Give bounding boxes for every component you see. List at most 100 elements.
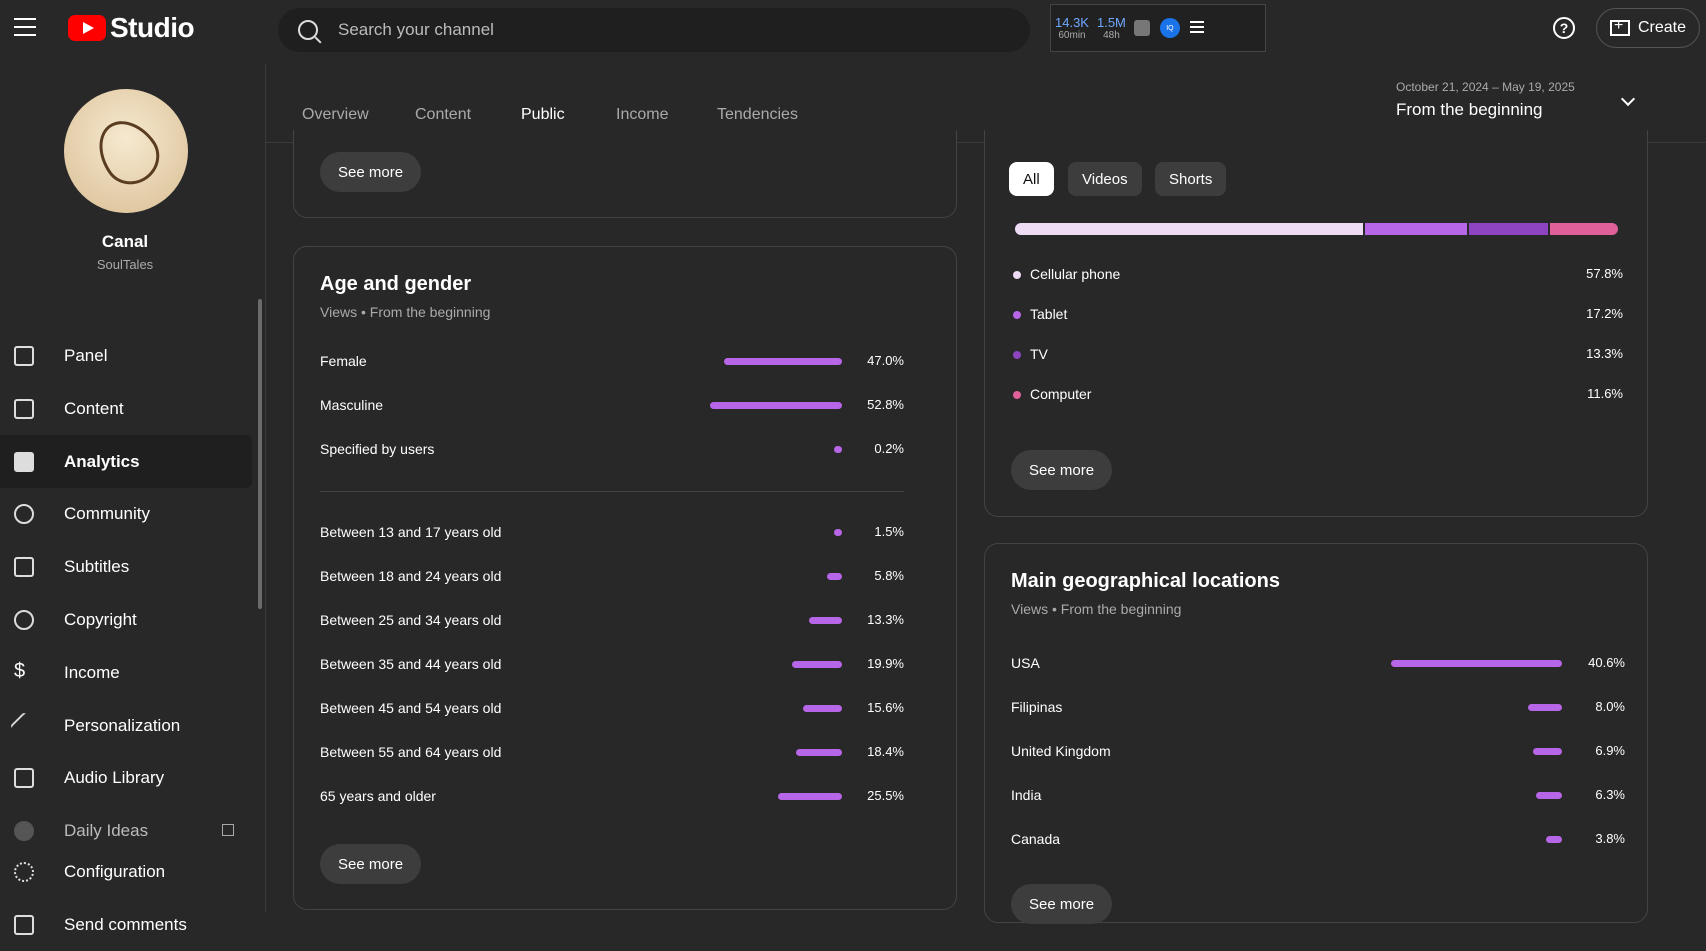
create-label: Create [1637, 19, 1687, 36]
sidebar-item-analytics[interactable]: Analytics [0, 435, 252, 488]
sidebar-item-income[interactable]: $ Income [0, 646, 252, 699]
sidebar-item-label: Panel [64, 345, 108, 365]
see-more-button[interactable]: See more [1011, 450, 1113, 490]
row-value: 0.2% [874, 441, 904, 456]
see-more-button[interactable]: See more [320, 844, 422, 884]
copyright-icon [14, 610, 34, 630]
row-value: 13.3% [1586, 346, 1623, 361]
stats-widget[interactable]: 14.3K 60min 1.5M 48h IQ [1050, 4, 1266, 52]
sidebar-item-label: Analytics [64, 451, 140, 471]
sidebar-item-send-comments[interactable]: Send comments [0, 898, 252, 951]
stat-sub: 48h [1103, 30, 1120, 41]
device-type-card: All Videos Shorts See more Cellular phon… [984, 130, 1648, 517]
value-bar [827, 573, 842, 580]
row-value: 57.8% [1586, 266, 1623, 281]
row-value: 47.0% [867, 353, 904, 368]
value-bar [834, 446, 842, 453]
value-bar [792, 661, 842, 668]
value-bar [710, 402, 842, 409]
income-icon: $ [14, 660, 26, 682]
row-label: USA [1011, 655, 1040, 671]
card-subtitle: Views • From the beginning [1011, 601, 1182, 617]
sidebar-item-label: Daily Ideas [64, 820, 149, 840]
row-label: Specified by users [320, 441, 435, 457]
chip-all[interactable]: All [1009, 162, 1054, 196]
analytics-icon [14, 452, 34, 472]
see-more-button[interactable]: See more [1011, 884, 1113, 924]
help-icon[interactable]: ? [1553, 17, 1575, 39]
sidebar-item-copyright[interactable]: Copyright [0, 593, 252, 646]
search-icon[interactable] [298, 20, 318, 40]
row-label: India [1011, 787, 1042, 803]
sidebar-item-personalization[interactable]: Personalization [0, 699, 252, 752]
stat-value: 1.5M [1096, 15, 1126, 30]
channel-handle: SoulTales [96, 257, 154, 272]
sidebar-item-label: Copyright [64, 609, 137, 629]
daily-ideas-icon [14, 821, 34, 841]
stat-48h: 1.5M 48h [1097, 15, 1126, 41]
list-icon[interactable] [1189, 20, 1204, 36]
sidebar-item-configuration[interactable]: Configuration [0, 845, 252, 898]
date-range-dates: October 21, 2024 – May 19, 2025 [1396, 80, 1575, 94]
row-label: Between 25 and 34 years old [320, 612, 502, 628]
sidebar-item-label: Personalization [64, 715, 181, 735]
stat-sub: 60min [1058, 30, 1086, 41]
chip-videos[interactable]: Videos [1068, 162, 1142, 196]
sidebar-item-content[interactable]: Content [0, 382, 252, 435]
device-segment [1550, 223, 1618, 235]
chip-shorts[interactable]: Shorts [1155, 162, 1227, 196]
sidebar-item-community[interactable]: Community [0, 487, 252, 540]
value-bar [834, 529, 842, 536]
device-segment [1469, 223, 1548, 235]
studio-logo[interactable]: Studio [68, 12, 195, 44]
row-label: 65 years and older [320, 788, 436, 804]
legend-dot [1013, 311, 1021, 319]
create-icon [1609, 17, 1630, 36]
community-icon [14, 504, 34, 524]
row-label: United Kingdom [1011, 743, 1111, 759]
channel-name: Canal [101, 232, 149, 251]
row-label: Female [320, 353, 367, 369]
row-value: 25.5% [867, 788, 904, 803]
row-label: Between 45 and 54 years old [320, 700, 502, 716]
sidebar-scrollbar[interactable] [258, 299, 262, 609]
date-range-selector[interactable]: October 21, 2024 – May 19, 2025 From the… [1396, 80, 1575, 120]
row-label: TV [1030, 346, 1048, 362]
menu-icon[interactable] [14, 18, 38, 38]
iq-icon[interactable]: IQ [1159, 18, 1180, 38]
row-value: 52.8% [867, 397, 904, 412]
row-label: Masculine [320, 397, 384, 413]
see-more-button[interactable]: See more [320, 152, 422, 192]
row-value: 6.9% [1595, 743, 1625, 758]
row-label: Between 13 and 17 years old [320, 524, 502, 540]
sidebar-item-subtitles[interactable]: Subtitles [0, 540, 252, 593]
dashboard-icon [14, 346, 34, 366]
stat-60min: 14.3K 60min [1055, 15, 1089, 41]
card-subtitle: Views • From the beginning [320, 304, 491, 320]
row-label: Between 55 and 64 years old [320, 744, 502, 760]
search-input[interactable] [338, 20, 938, 40]
create-button[interactable]: Create [1596, 8, 1700, 48]
row-value: 15.6% [867, 700, 904, 715]
feedback-icon [14, 915, 34, 935]
chart-icon[interactable] [1133, 20, 1150, 36]
channel-avatar[interactable] [64, 89, 188, 213]
card-title: Age and gender [320, 273, 472, 295]
sidebar-item-label: Community [64, 503, 150, 523]
audio-library-icon [14, 768, 34, 788]
youtube-logo-icon [68, 15, 106, 41]
row-label: Computer [1030, 386, 1092, 402]
brand-label: Studio [110, 12, 195, 43]
sidebar-item-audio-library[interactable]: Audio Library [0, 751, 252, 804]
date-range-period: From the beginning [1396, 100, 1543, 119]
top-bar: Studio 14.3K 60min 1.5M 48h IQ ? Create [0, 0, 1706, 64]
device-segment [1365, 223, 1467, 235]
value-bar [1546, 836, 1562, 843]
geo-locations-card: Main geographical locations Views • From… [984, 543, 1648, 924]
value-bar [724, 358, 842, 365]
partial-card: See more [293, 130, 957, 218]
stat-value: 14.3K [1055, 15, 1089, 30]
search-bar[interactable] [278, 8, 1030, 52]
sidebar-item-panel[interactable]: Panel [0, 329, 252, 382]
row-value: 13.3% [867, 612, 904, 627]
